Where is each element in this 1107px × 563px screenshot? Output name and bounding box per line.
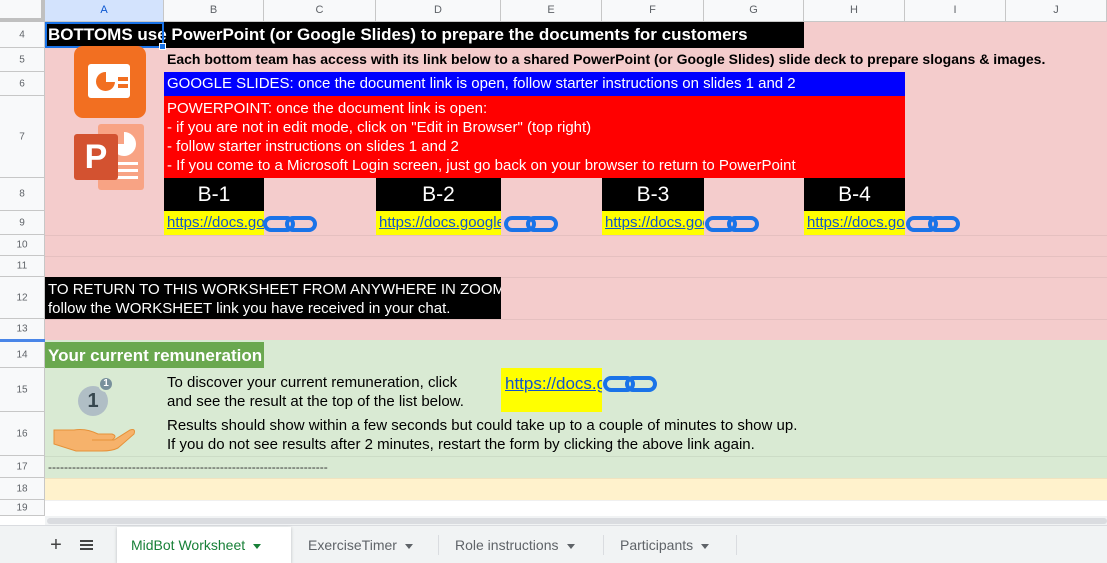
row-header-9[interactable]: 9 xyxy=(0,211,45,235)
remuneration-title: Your current remuneration xyxy=(48,346,263,365)
return-note-line-2: follow the WORKSHEET link you have recei… xyxy=(48,300,451,317)
tab-separator xyxy=(736,535,737,555)
gridline xyxy=(45,319,1107,320)
tab-label: MidBot Worksheet xyxy=(131,537,246,553)
chevron-down-icon[interactable] xyxy=(701,543,710,549)
remuneration-instruction-line-1: To discover your current remuneration, c… xyxy=(167,374,458,391)
team-link-b3[interactable]: https://docs.google.com xyxy=(605,214,704,231)
gridline xyxy=(45,478,1107,479)
team-link-b4-cell: https://docs.google.com xyxy=(804,211,905,235)
row-header-14[interactable]: 14 xyxy=(0,342,45,368)
tab-label: ExerciseTimer xyxy=(308,537,397,553)
chevron-down-icon[interactable] xyxy=(404,543,413,549)
team-label-b4: B-4 xyxy=(804,178,905,211)
row-header-4[interactable]: 4 xyxy=(0,22,45,48)
row-header-16[interactable]: 16 xyxy=(0,412,45,456)
column-header-i[interactable]: I xyxy=(905,0,1006,22)
remuneration-title-cell[interactable]: Your current remuneration xyxy=(45,342,264,368)
powerpoint-instructions-line-1: POWERPOINT: once the document link is op… xyxy=(167,100,488,117)
powerpoint-instructions-line-2: - if you are not in edit mode, click on … xyxy=(167,119,592,136)
team-link-b2-cell: https://docs.google.com xyxy=(376,211,501,235)
team-link-b1-cell: https://docs.google.com xyxy=(164,211,264,235)
row-header-13[interactable]: 13 xyxy=(0,319,45,340)
selected-cell-outline xyxy=(45,22,164,48)
gridline xyxy=(45,456,1107,457)
tab-participants[interactable]: Participants xyxy=(606,527,736,563)
return-note-cell[interactable]: TO RETURN TO THIS WORKSHEET FROM ANYWHER… xyxy=(45,277,501,319)
column-header-b[interactable]: B xyxy=(164,0,264,22)
team-label-b3: B-3 xyxy=(602,178,704,211)
powerpoint-icon: P xyxy=(74,120,148,194)
column-header-a[interactable]: A xyxy=(45,0,164,22)
gridline xyxy=(45,500,1107,501)
row-header-12[interactable]: 12 xyxy=(0,277,45,319)
powerpoint-instructions-line-3: - follow starter instructions on slides … xyxy=(167,138,459,155)
column-header-j[interactable]: J xyxy=(1006,0,1107,22)
row-18-background xyxy=(45,478,1107,500)
row-header-11[interactable]: 11 xyxy=(0,256,45,277)
tab-role-instructions[interactable]: Role instructions xyxy=(441,527,603,563)
fill-handle[interactable] xyxy=(159,43,166,50)
google-slides-icon xyxy=(74,46,146,118)
link-chain-icon[interactable] xyxy=(705,214,759,234)
horizontal-scroll-thumb[interactable] xyxy=(47,518,1107,524)
return-note-line-1: TO RETURN TO THIS WORKSHEET FROM ANYWHER… xyxy=(48,281,501,298)
column-header-d[interactable]: D xyxy=(376,0,501,22)
link-chain-icon[interactable] xyxy=(603,374,657,394)
link-chain-icon[interactable] xyxy=(504,214,558,234)
row-header-15[interactable]: 15 xyxy=(0,368,45,412)
link-chain-icon[interactable] xyxy=(263,214,317,234)
row-header-7[interactable]: 7 xyxy=(0,96,45,178)
team-link-b4[interactable]: https://docs.google.com xyxy=(807,214,905,231)
row-header-5[interactable]: 5 xyxy=(0,48,45,72)
row-header-10[interactable]: 10 xyxy=(0,235,45,256)
column-header-f[interactable]: F xyxy=(602,0,704,22)
column-header-e[interactable]: E xyxy=(501,0,602,22)
team-link-b1[interactable]: https://docs.google.com xyxy=(167,214,264,231)
select-all-corner[interactable] xyxy=(0,0,45,22)
chevron-down-icon[interactable] xyxy=(253,543,262,549)
hand-with-number-icon: 1 1 xyxy=(52,374,136,454)
column-header-g[interactable]: G xyxy=(704,0,804,22)
add-sheet-icon[interactable]: + xyxy=(48,535,64,555)
team-link-b3-cell: https://docs.google.com xyxy=(602,211,704,235)
remuneration-instruction-line-2: and see the result at the top of the lis… xyxy=(167,393,464,410)
tab-separator xyxy=(438,535,439,555)
remuneration-link[interactable]: https://docs.google.com xyxy=(505,374,602,394)
row-header-19[interactable]: 19 xyxy=(0,500,45,516)
row-header-18[interactable]: 18 xyxy=(0,478,45,500)
google-slides-instructions: GOOGLE SLIDES: once the document link is… xyxy=(167,75,796,92)
gridline xyxy=(45,235,1107,236)
powerpoint-instructions-cell[interactable]: POWERPOINT: once the document link is op… xyxy=(164,96,905,178)
team-label-b2: B-2 xyxy=(376,178,501,211)
team-link-b2[interactable]: https://docs.google.com xyxy=(379,214,501,231)
row-header-17[interactable]: 17 xyxy=(0,456,45,478)
link-chain-icon[interactable] xyxy=(906,214,960,234)
results-note-line-2: If you do not see results after 2 minute… xyxy=(167,436,755,453)
row-19-background xyxy=(45,500,1107,516)
column-header-h[interactable]: H xyxy=(804,0,905,22)
separator-dashes: ----------------------------------------… xyxy=(48,460,328,474)
tab-separator xyxy=(603,535,604,555)
tab-label: Role instructions xyxy=(455,537,559,553)
google-slides-instructions-cell[interactable]: GOOGLE SLIDES: once the document link is… xyxy=(164,72,905,96)
badge-small: 1 xyxy=(98,376,114,392)
spreadsheet: A B C D E F G H I J 4 5 6 7 8 9 10 11 12… xyxy=(0,0,1107,563)
remuneration-link-cell: https://docs.google.com xyxy=(501,368,602,412)
all-sheets-menu-icon[interactable] xyxy=(80,540,93,552)
powerpoint-instructions-line-4: - If you come to a Microsoft Login scree… xyxy=(167,157,796,174)
tab-exercisetimer[interactable]: ExerciseTimer xyxy=(294,527,438,563)
row-header-6[interactable]: 6 xyxy=(0,72,45,96)
gridline xyxy=(45,256,1107,257)
column-header-c[interactable]: C xyxy=(264,0,376,22)
chevron-down-icon[interactable] xyxy=(566,543,575,549)
row-header-8[interactable]: 8 xyxy=(0,178,45,211)
tab-midbot-worksheet[interactable]: MidBot Worksheet xyxy=(117,527,291,563)
tab-label: Participants xyxy=(620,537,694,553)
results-note-line-1: Results should show within a few seconds… xyxy=(167,417,798,434)
team-label-b1: B-1 xyxy=(164,178,264,211)
bottoms-intro: Each bottom team has access with its lin… xyxy=(167,51,1046,67)
